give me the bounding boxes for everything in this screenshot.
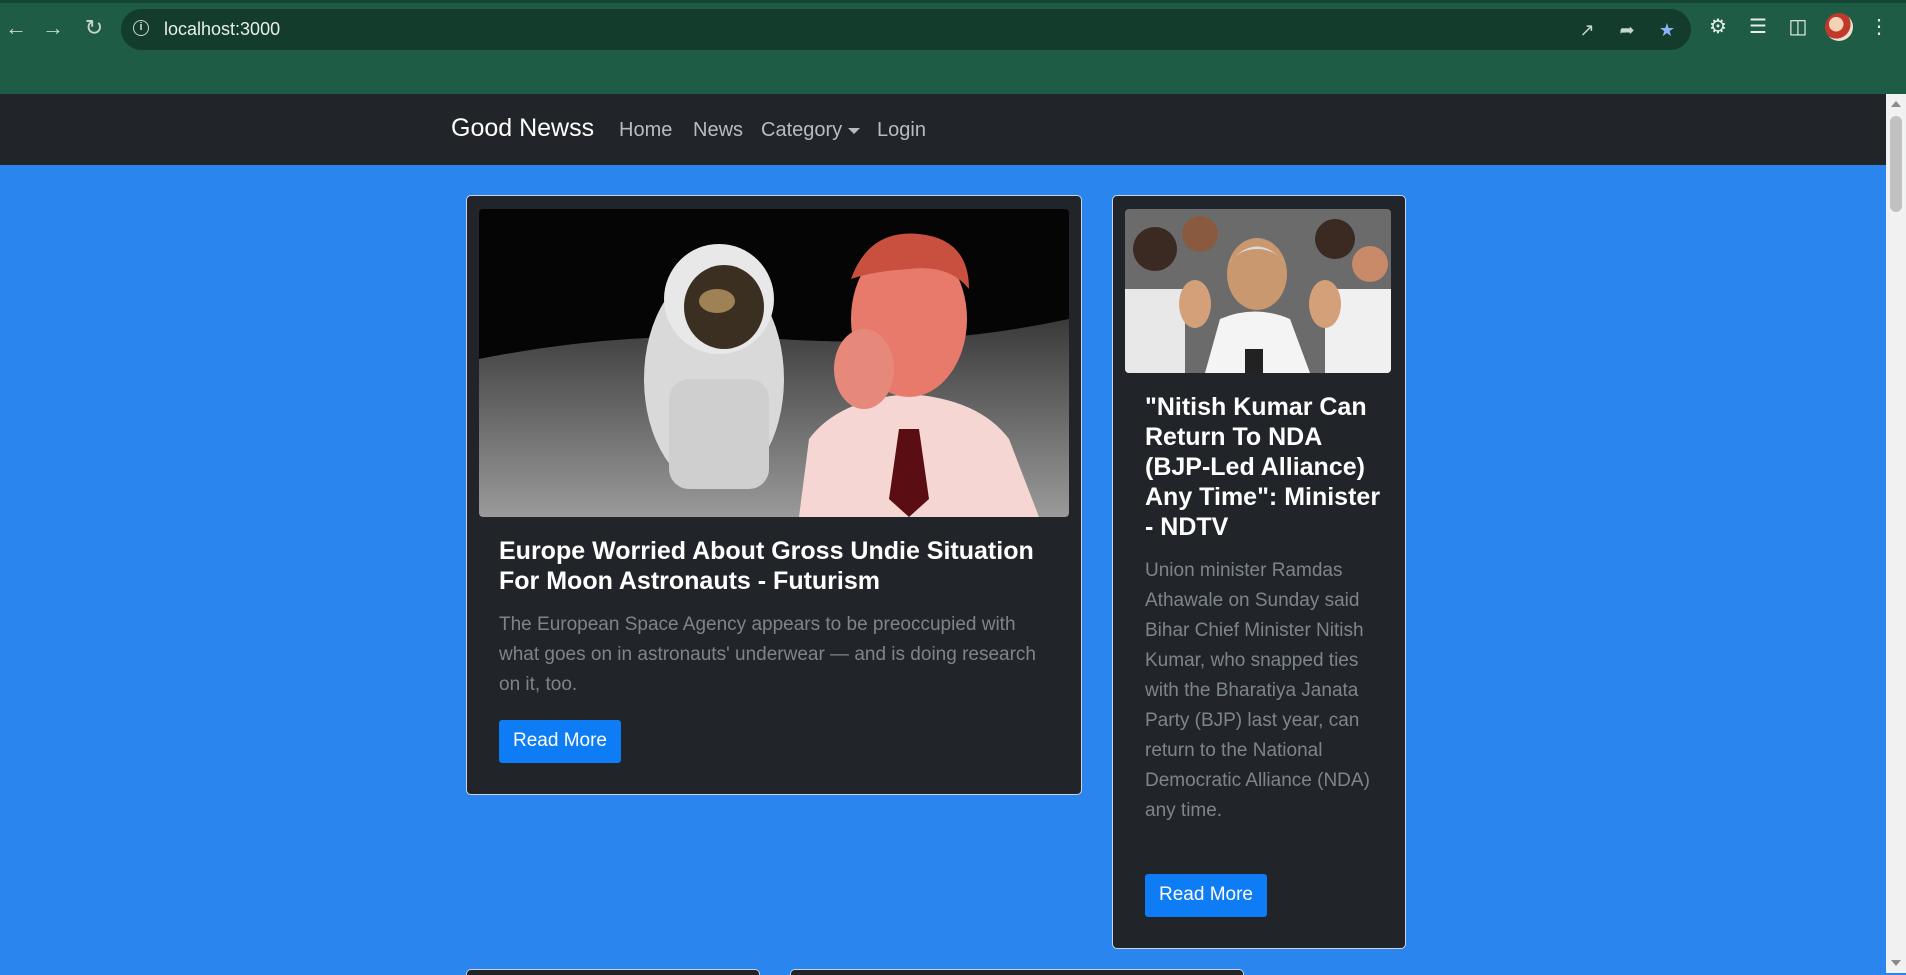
url-text[interactable]: localhost:3000 [164, 19, 280, 40]
read-more-button[interactable]: Read More [1145, 874, 1267, 917]
address-bar[interactable]: i localhost:3000 ↗ ➦ ★ [121, 9, 1691, 50]
tab-strip-edge [0, 0, 1906, 3]
news-card-image [479, 209, 1069, 517]
nav-link-category[interactable]: Category [761, 119, 861, 142]
news-card-title: Europe Worried About Gross Undie Situati… [499, 537, 1034, 595]
page-scrollbar[interactable] [1886, 94, 1906, 973]
reload-icon[interactable]: ↻ [78, 12, 110, 44]
read-more-button[interactable]: Read More [499, 720, 621, 763]
forward-icon[interactable]: → [37, 12, 69, 44]
news-card: Europe Worried About Gross Undie Situati… [466, 195, 1082, 795]
site-navbar: Good Newss Home News Category Login [0, 94, 1886, 165]
news-card: "Nitish Kumar Can Return To NDA (BJP-Led… [1112, 195, 1406, 949]
back-icon[interactable]: ← [0, 12, 32, 44]
reading-list-icon[interactable]: ☰ [1743, 12, 1773, 42]
scrollbar-thumb[interactable] [1890, 116, 1902, 212]
astronaut-image [479, 209, 1069, 517]
news-card-partial [466, 969, 760, 975]
news-card-description: The European Space Agency appears to be … [499, 614, 1037, 695]
caret-down-icon [848, 127, 861, 134]
news-card-partial [790, 969, 1244, 975]
news-card-title: "Nitish Kumar Can Return To NDA (BJP-Led… [1145, 393, 1381, 541]
extensions-icon[interactable]: ⚙ [1703, 12, 1733, 42]
site-info-icon[interactable]: i [133, 20, 149, 36]
side-panel-icon[interactable]: ◫ [1783, 12, 1813, 42]
more-menu-icon[interactable]: ⋮ [1864, 12, 1894, 42]
news-card-description: Union minister Ramdas Athawale on Sunday… [1145, 560, 1370, 821]
nitish-kumar-image [1125, 209, 1391, 373]
nav-link-login[interactable]: Login [877, 119, 926, 142]
browser-chrome: ← → ↻ i localhost:3000 ↗ ➦ ★ ⚙ ☰ ◫ ⋮ [0, 0, 1906, 94]
nav-link-news[interactable]: News [693, 119, 743, 142]
nav-link-category-label: Category [761, 119, 843, 141]
navbar-brand[interactable]: Good Newss [451, 114, 594, 143]
share-icon[interactable]: ➦ [1615, 18, 1639, 42]
news-card-image [1125, 209, 1391, 373]
profile-avatar[interactable] [1825, 13, 1853, 41]
open-in-new-icon[interactable]: ↗ [1575, 18, 1599, 42]
nav-link-home[interactable]: Home [619, 119, 672, 142]
scroll-up-arrow-icon[interactable] [1891, 101, 1901, 107]
bookmark-star-icon[interactable]: ★ [1655, 18, 1679, 42]
scroll-down-arrow-icon[interactable] [1891, 960, 1901, 966]
